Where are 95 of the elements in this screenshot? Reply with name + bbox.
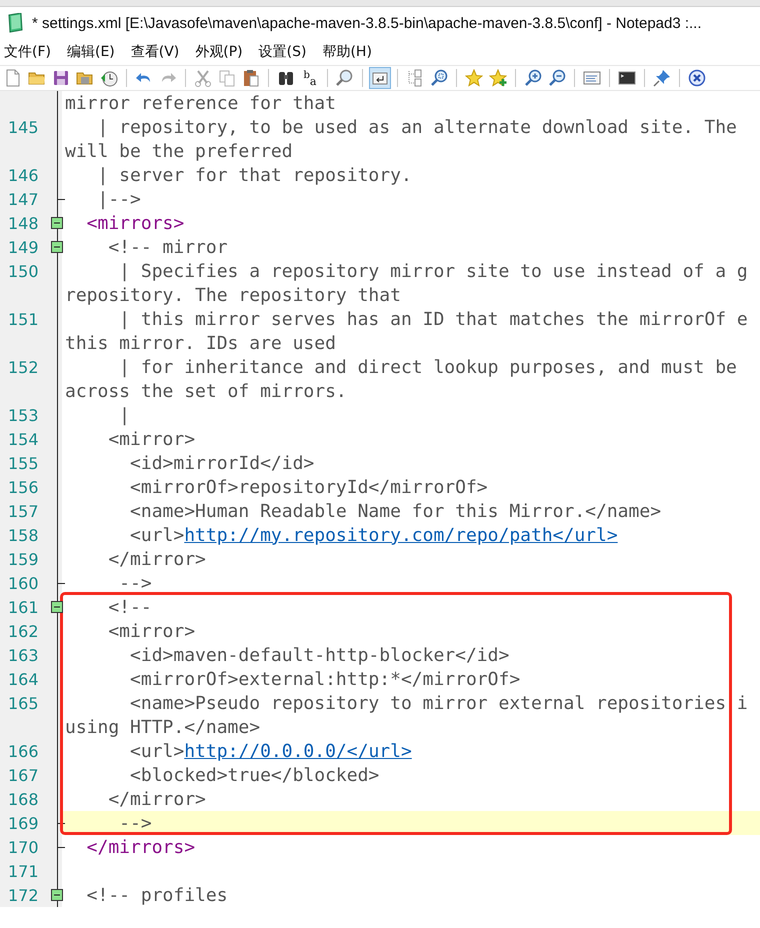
code-line: <name>Pseudo repository to mirror external repositories i (129, 692, 748, 714)
code-line: using HTTP.</name> (65, 716, 260, 738)
code-line: | repository, to be used as an alternate download site. The (96, 116, 737, 138)
fold-icon[interactable] (51, 601, 63, 613)
line-number: 170 (7, 838, 40, 856)
code-line: <id>maven-default-http-blocker</id> (129, 644, 510, 666)
menu-item[interactable]: 外观(P) (195, 43, 243, 61)
close-icon (688, 69, 706, 87)
page-tree-icon (406, 69, 424, 87)
code-link[interactable]: http://0.0.0.0/</url> (184, 740, 412, 762)
code-line: <mirrorOf>external:http:*</mirrorOf> (129, 668, 520, 690)
menu-item[interactable]: 文件(F) (4, 43, 51, 61)
line-number: 148 (7, 214, 40, 232)
code-line: this mirror. IDs are used (65, 332, 336, 354)
code-line: across the set of mirrors. (65, 380, 347, 402)
code-line: | for inheritance and direct lookup purposes, and must be (118, 356, 737, 378)
line-number: 162 (7, 622, 40, 640)
line-number: 149 (7, 238, 40, 256)
line-number: 167 (7, 766, 40, 784)
line-number: 157 (7, 502, 40, 520)
code-link[interactable]: http://my.repository.com/repo/path</url> (184, 524, 618, 546)
window-title: * settings.xml [E:\Javasofe\maven\apache-maven-3.8.5-bin\apache-maven-3.8.5\conf] - Notepad3 :... (32, 14, 702, 32)
binoculars-icon (277, 69, 295, 87)
replace-button[interactable]: ba (299, 67, 321, 89)
code-line: | (118, 404, 130, 426)
code-line: <!-- mirror (107, 236, 228, 258)
line-number: 154 (7, 430, 40, 448)
toolbar-button[interactable] (686, 67, 708, 89)
code-line: --> (118, 812, 152, 834)
code-line: <mirrors> (86, 212, 184, 234)
line-number: 159 (7, 550, 40, 568)
code-line: <name>Human Readable Name for this Mirror.</name> (129, 500, 662, 522)
line-number: 171 (7, 862, 40, 880)
document-icon (4, 69, 22, 87)
code-line: <!-- profiles (86, 884, 228, 906)
zoom-fit-icon (430, 69, 448, 87)
line-number: 147 (7, 190, 40, 208)
zoom-in-icon (524, 69, 542, 87)
toolbar-button[interactable] (369, 67, 391, 89)
line-number: 153 (7, 406, 40, 424)
fold-icon[interactable] (51, 241, 63, 253)
notepad-icon (6, 13, 24, 33)
star-icon (465, 69, 483, 87)
line-number: 164 (7, 670, 40, 688)
menu-item[interactable]: 设置(S) (258, 43, 306, 61)
code-line: <!-- (107, 596, 152, 618)
line-number: 145 (7, 118, 40, 136)
code-line: <blocked>true</blocked> (129, 764, 380, 786)
code-line: </mirror> (107, 548, 206, 570)
line-number: 151 (7, 310, 40, 328)
code-line: mirror reference for that (65, 92, 336, 114)
line-number: 160 (7, 574, 40, 592)
line-number: 146 (7, 166, 40, 184)
code-line: will be the preferred (65, 140, 293, 162)
menu-item[interactable]: 帮助(H) (322, 43, 372, 61)
line-number: 166 (7, 742, 40, 760)
line-number: 163 (7, 646, 40, 664)
code-line: <mirror> (107, 620, 196, 642)
line-number: 165 (7, 694, 40, 712)
menu-item[interactable]: 查看(V) (130, 43, 180, 61)
list-window-icon (583, 69, 601, 87)
line-number: 158 (7, 526, 40, 544)
zoom-out-icon (548, 69, 566, 87)
clipboard-icon (242, 69, 260, 87)
code-line: <id>mirrorId</id> (129, 452, 314, 474)
scissors-icon (194, 69, 212, 87)
line-number: 161 (7, 598, 40, 616)
fold-icon[interactable] (51, 217, 63, 229)
line-number: 156 (7, 478, 40, 496)
search-icon (336, 69, 354, 87)
line-number: 150 (7, 262, 40, 280)
fold-icon[interactable] (51, 889, 63, 901)
code-line: </mirrors> (86, 836, 196, 858)
code-line: | server for that repository. (96, 164, 412, 186)
code-line: |--> (96, 188, 141, 210)
code-line: repository. The repository that (65, 284, 401, 306)
code-line: | this mirror serves has an ID that matches the mirrorOf e (118, 308, 748, 330)
line-number: 155 (7, 454, 40, 472)
code-line: --> (118, 572, 152, 594)
code-line: <mirrorOf>repositoryId</mirrorOf> (129, 476, 488, 498)
menu-item[interactable]: 编辑(E) (66, 43, 115, 61)
pushpin-icon (653, 69, 671, 87)
line-number: 168 (7, 790, 40, 808)
code-line: <mirror> (107, 428, 196, 450)
code-line: <url>http://0.0.0.0/</url> (129, 740, 412, 762)
copy-icon (218, 69, 236, 87)
terminal-icon (618, 69, 636, 87)
code-line: | Specifies a repository mirror site to use instead of a g (118, 260, 748, 282)
clock-icon (100, 69, 118, 87)
line-number: 152 (7, 358, 40, 376)
line-number: 169 (7, 814, 40, 832)
code-line: <url>http://my.repository.com/repo/path</url> (129, 524, 618, 546)
code-line: </mirror> (107, 788, 206, 810)
line-number: 172 (7, 886, 40, 904)
star-plus-icon (489, 69, 507, 87)
